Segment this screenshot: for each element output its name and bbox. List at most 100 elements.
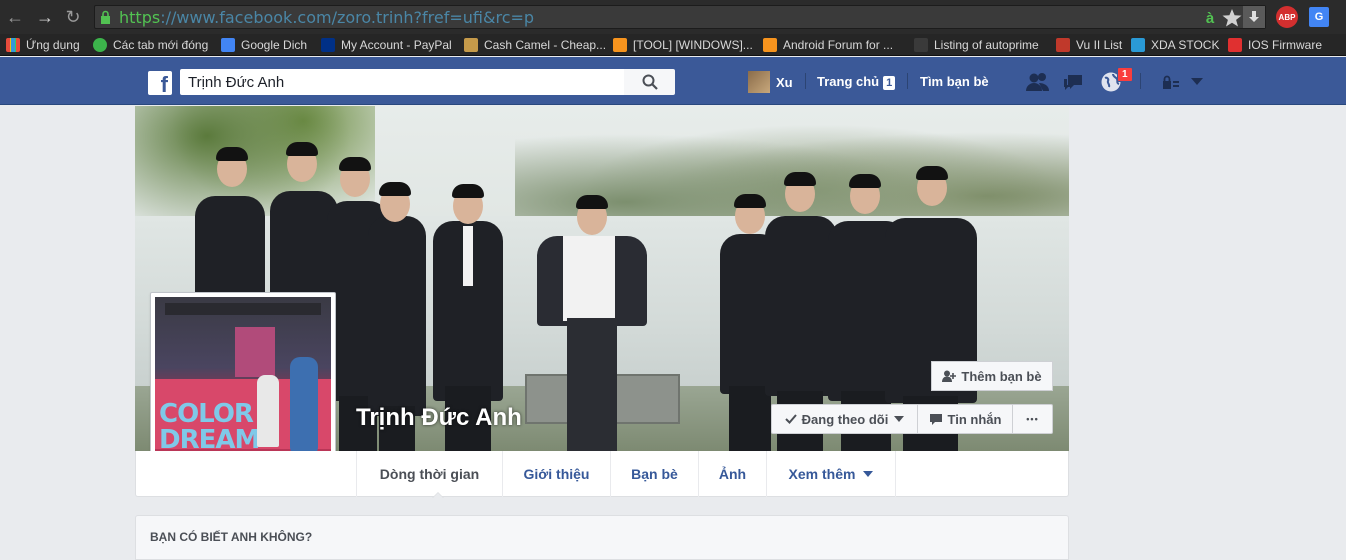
- tab-label: Ảnh: [718, 466, 747, 482]
- people-you-may-know-card: BẠN CÓ BIẾT ANH KHÔNG?: [135, 515, 1069, 560]
- bookmark-android-forum[interactable]: Android Forum for ...: [763, 37, 893, 53]
- bookmark-label: XDA STOCK: [1151, 38, 1220, 52]
- tab-label: Xem thêm: [788, 466, 856, 482]
- message-icon: [929, 414, 942, 425]
- avatar: [748, 71, 770, 93]
- bookmark-google-dich[interactable]: Google Dich: [221, 37, 307, 53]
- lock-icon: [101, 10, 110, 24]
- tab-label: Giới thiệu: [523, 466, 590, 482]
- facebook-topbar: f Xu Trang chủ1 Tìm bạn bè 1: [0, 57, 1346, 105]
- home-label: Trang chủ: [817, 74, 880, 89]
- account-menu-chevron-down-icon[interactable]: [1184, 71, 1210, 93]
- search-icon: [642, 74, 658, 90]
- bookmark-paypal[interactable]: My Account - PayPal: [321, 37, 452, 53]
- more-options-button[interactable]: •••: [1012, 404, 1053, 434]
- paypal-icon: [321, 38, 335, 52]
- stage-screen: [235, 327, 275, 377]
- home-count-badge: 1: [883, 76, 896, 90]
- following-label: Đang theo dõi: [801, 411, 889, 427]
- checkmark-icon: [784, 414, 797, 424]
- bookmark-cash-camel[interactable]: Cash Camel - Cheap...: [464, 37, 606, 53]
- add-friend-button[interactable]: Thêm bạn bè: [931, 361, 1053, 391]
- url-scheme: https: [119, 8, 161, 27]
- camel-icon: [464, 38, 478, 52]
- google-translate-ext-icon[interactable]: G: [1309, 7, 1329, 27]
- bookmark-label: Google Dich: [241, 38, 308, 52]
- xda-icon: [763, 38, 777, 52]
- chevron-down-icon: [863, 471, 874, 477]
- bookmark-label: My Account - PayPal: [341, 38, 452, 52]
- bookmark-ios-firmware[interactable]: IOS Firmware: [1228, 37, 1322, 53]
- bookmark-label: Cash Camel - Cheap...: [484, 38, 607, 52]
- search-input[interactable]: [180, 69, 624, 95]
- tab-about[interactable]: Giới thiệu: [502, 451, 610, 497]
- divider: [805, 73, 806, 89]
- page-icon: [914, 38, 928, 52]
- bookmark-vu-list[interactable]: Vu II List: [1056, 37, 1122, 53]
- profile-link[interactable]: Xu: [748, 71, 793, 93]
- profile-name[interactable]: Trịnh Đức Anh: [356, 404, 522, 432]
- list-icon: [1056, 38, 1070, 52]
- bookmark-tool-windows[interactable]: [TOOL] [WINDOWS]...: [613, 37, 753, 53]
- add-friend-label: Thêm bạn bè: [961, 368, 1042, 384]
- search-button[interactable]: [624, 69, 675, 95]
- bookmark-label: IOS Firmware: [1248, 38, 1323, 52]
- user-name: Xu: [776, 74, 793, 90]
- notification-badge: 1: [1117, 67, 1133, 82]
- translate-page-icon[interactable]: à: [1199, 7, 1221, 29]
- privacy-shortcuts-icon[interactable]: [1158, 71, 1184, 93]
- xda-icon: [613, 38, 627, 52]
- add-friend-icon: [942, 370, 957, 382]
- facebook-logo-icon[interactable]: f: [148, 71, 172, 95]
- tab-more[interactable]: Xem thêm: [766, 451, 896, 497]
- divider: [907, 73, 908, 89]
- timeline-navigation: Dòng thời gian Giới thiệu Bạn bè Ảnh Xem…: [135, 451, 1069, 497]
- message-label: Tin nhắn: [947, 411, 1002, 427]
- find-friends-link[interactable]: Tìm bạn bè: [920, 74, 989, 89]
- bookmarks-bar: Ứng dụng Các tab mới đóng Google Dich My…: [0, 34, 1346, 56]
- bookmark-label: Listing of autoprime: [934, 38, 1039, 52]
- address-bar[interactable]: https://www.facebook.com/zoro.trinh?fref…: [94, 5, 1266, 29]
- reload-icon[interactable]: ↻: [62, 6, 84, 28]
- tab-timeline[interactable]: Dòng thời gian: [356, 451, 502, 497]
- forward-arrow-icon[interactable]: →: [34, 6, 56, 28]
- bookmark-recent-tabs[interactable]: Các tab mới đóng: [93, 37, 208, 53]
- mascot-figure: [290, 357, 318, 457]
- bookmark-xda-stock[interactable]: XDA STOCK: [1131, 37, 1219, 53]
- bookmark-label: Vu II List: [1076, 38, 1123, 52]
- hi-icon: [1228, 38, 1242, 52]
- bookmark-autoprime[interactable]: Listing of autoprime: [914, 37, 1039, 53]
- apps-grid-icon: [6, 38, 20, 52]
- messages-icon[interactable]: [1062, 71, 1088, 93]
- bookmark-label: Các tab mới đóng: [113, 38, 209, 52]
- star-icon[interactable]: [1221, 7, 1243, 29]
- sc-icon: [1131, 38, 1145, 52]
- history-icon: [93, 38, 107, 52]
- back-arrow-icon[interactable]: ←: [4, 6, 26, 28]
- adblock-icon[interactable]: ABP: [1276, 6, 1298, 28]
- home-link[interactable]: Trang chủ 1: [817, 74, 896, 90]
- profile-picture-image: COLOR DREAM: [155, 297, 331, 473]
- divider: [1140, 73, 1141, 89]
- tab-label: Dòng thời gian: [379, 466, 480, 482]
- following-button[interactable]: Đang theo dõi: [771, 404, 918, 434]
- tab-photos[interactable]: Ảnh: [698, 451, 766, 497]
- bookmark-label: [TOOL] [WINDOWS]...: [633, 38, 753, 52]
- bookmark-label: Android Forum for ...: [783, 38, 894, 52]
- url-text: https://www.facebook.com/zoro.trinh?fref…: [119, 8, 534, 27]
- tab-friends[interactable]: Bạn bè: [610, 451, 698, 497]
- person-figure: [257, 375, 279, 447]
- bookmark-apps[interactable]: Ứng dụng: [6, 37, 80, 53]
- adblock-label: ABP: [1278, 12, 1296, 22]
- tab-label: Bạn bè: [631, 466, 678, 482]
- stage-truss: [165, 303, 321, 315]
- google-translate-icon: [221, 38, 235, 52]
- active-tab-indicator: [432, 492, 444, 498]
- url-path: ://www.facebook.com/zoro.trinh?fref=ufi&…: [160, 8, 535, 27]
- card-title: BẠN CÓ BIẾT ANH KHÔNG?: [150, 530, 313, 544]
- chevron-down-icon: [894, 416, 905, 422]
- message-button[interactable]: Tin nhắn: [917, 404, 1013, 434]
- browser-toolbar: ← → ↻ https://www.facebook.com/zoro.trin…: [0, 0, 1346, 34]
- friend-requests-icon[interactable]: [1025, 71, 1051, 93]
- download-icon[interactable]: [1243, 6, 1265, 28]
